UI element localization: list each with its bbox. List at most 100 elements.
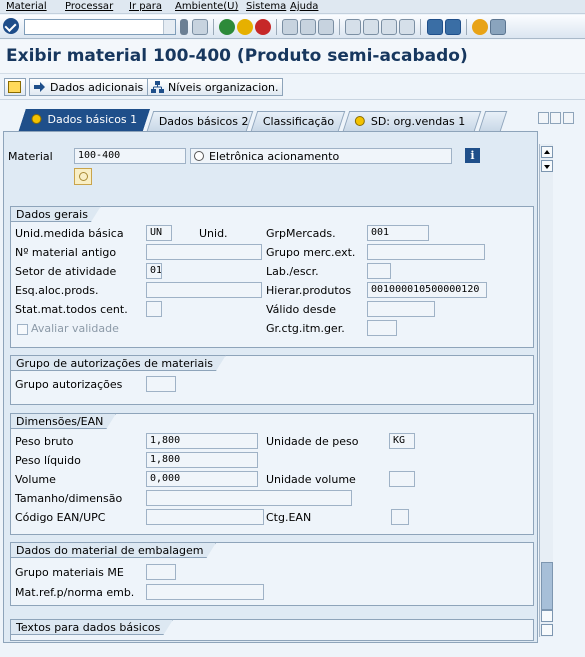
menu-ajuda[interactable]: Ajuda [290,1,318,12]
tab-dados-basicos-2[interactable]: Dados básicos 2 [146,111,254,131]
material-field[interactable]: 100-400 [74,148,186,164]
tab-classificacao[interactable]: Classificação [250,111,346,131]
mat-ref-label: Mat.ref.p/norma emb. [15,586,135,599]
material-antigo-field[interactable] [146,244,262,260]
lab-escr-label: Lab./escr. [266,265,319,278]
cancel-icon[interactable] [255,19,271,35]
help-icon[interactable] [472,19,488,35]
menu-ambiente[interactable]: Ambiente(U) [175,1,238,12]
additional-info-icon[interactable] [74,168,92,185]
tab-dados-basicos-1[interactable]: Dados básicos 1 [18,109,150,133]
group-title: Dados do material de embalagem [10,542,216,558]
toolbar-separator [466,19,467,35]
volume-field[interactable]: 0,000 [146,471,258,487]
tab-label: Dados básicos 2 [158,115,249,128]
textos-group: Textos para dados básicos [10,619,534,641]
gr-ctg-field[interactable] [367,320,397,336]
hierar-label: Hierar.produtos [266,284,352,297]
scrollbar-thumb[interactable] [541,562,553,610]
command-field[interactable] [24,19,176,35]
tab-list-icon[interactable] [563,112,574,124]
peso-bruto-field[interactable]: 1,800 [146,433,258,449]
first-page-icon[interactable] [345,19,361,35]
tab-navigation [538,112,580,126]
find-next-icon[interactable] [318,19,334,35]
menu-material[interactable]: Material [6,1,47,12]
unid-medida-label: Unid.medida básica [15,227,124,240]
ean-field[interactable] [146,509,264,525]
save-icon[interactable] [192,19,208,35]
tab-label: Dados básicos 1 [47,113,138,126]
exit-icon[interactable] [237,19,253,35]
dados-adicionais-button[interactable]: Dados adicionais [29,78,149,96]
tamanho-field[interactable] [146,490,352,506]
peso-liquido-label: Peso líquido [15,454,81,467]
setor-field[interactable]: 01 [146,263,162,279]
hierar-field[interactable]: 001000010500000120 [367,282,487,298]
unidade-peso-field[interactable]: KG [389,433,415,449]
next-page-icon[interactable] [381,19,397,35]
layout-menu-icon[interactable] [490,19,506,35]
embalagem-group: Dados do material de embalagem Grupo mat… [10,542,534,606]
ctg-ean-field[interactable] [391,509,409,525]
back-icon[interactable] [219,19,235,35]
tab-more[interactable] [478,111,508,131]
info-icon[interactable]: i [465,148,480,163]
lab-escr-field[interactable] [367,263,391,279]
tab-label: SD: org.vendas 1 [370,115,466,128]
command-dropdown-icon[interactable] [163,20,175,34]
select-views-button[interactable] [4,78,26,96]
menu-sistema[interactable]: Sistema [246,1,286,12]
grupo-me-field[interactable] [146,564,176,580]
grupo-me-label: Grupo materiais ME [15,566,124,579]
ctg-ean-label: Ctg.EAN [266,511,312,524]
vertical-scrollbar[interactable] [539,144,553,637]
group-title: Textos para dados básicos [10,619,173,635]
scroll-up-icon[interactable] [541,610,553,622]
unidade-peso-label: Unidade de peso [266,435,359,448]
unidade-volume-field[interactable] [389,471,415,487]
last-page-icon[interactable] [399,19,415,35]
page-title: Exibir material 100-400 (Produto semi-ac… [6,46,468,66]
material-description-field[interactable]: Eletrônica acionamento [190,148,452,164]
tab-scroll-left-icon[interactable] [538,112,549,124]
toolbar-separator [213,19,214,35]
find-icon[interactable] [300,19,316,35]
grupo-merc-ext-field[interactable] [367,244,485,260]
grupo-autorizacoes-field[interactable] [146,376,176,392]
material-label: Material [8,150,53,163]
new-session-icon[interactable] [427,19,443,35]
shortcut-icon[interactable] [445,19,461,35]
niveis-organizacionais-button[interactable]: Níveis organizacion. [147,78,284,96]
scroll-down-icon[interactable] [541,624,553,636]
menu-bar: Material Processar Ir para Ambiente(U) S… [0,0,585,14]
gr-ctg-label: Gr.ctg.itm.ger. [266,322,345,335]
scroll-up-icon[interactable] [541,146,553,158]
print-icon[interactable] [282,19,298,35]
collapse-arrow-icon[interactable] [180,19,188,35]
unid-medida-field[interactable]: UN [146,225,172,241]
tab-content: Material 100-400 Eletrônica acionamento … [3,131,538,643]
avaliar-validade-checkbox[interactable] [17,324,28,335]
toolbar-separator [339,19,340,35]
previous-page-icon[interactable] [363,19,379,35]
stat-mat-label: Stat.mat.todos cent. [15,303,128,316]
grp-mercads-field[interactable]: 001 [367,225,429,241]
mat-ref-field[interactable] [146,584,264,600]
peso-liquido-field[interactable]: 1,800 [146,452,258,468]
stat-mat-field[interactable] [146,301,162,317]
valido-label: Válido desde [266,303,336,316]
menu-processar[interactable]: Processar [65,1,113,12]
material-description-text: Eletrônica acionamento [209,150,340,163]
esq-aloc-field[interactable] [146,282,262,298]
scroll-down-icon[interactable] [541,160,553,172]
menu-ir-para[interactable]: Ir para [129,1,162,12]
valido-field[interactable] [367,301,435,317]
tab-scroll-right-icon[interactable] [550,112,561,124]
grp-mercads-label: GrpMercads. [266,227,336,240]
tab-sd-org-vendas-1[interactable]: SD: org.vendas 1 [342,111,482,131]
toolbar-separator [420,19,421,35]
unid-label: Unid. [199,227,228,240]
enter-check-icon[interactable] [3,18,19,34]
setor-label: Setor de atividade [15,265,117,278]
